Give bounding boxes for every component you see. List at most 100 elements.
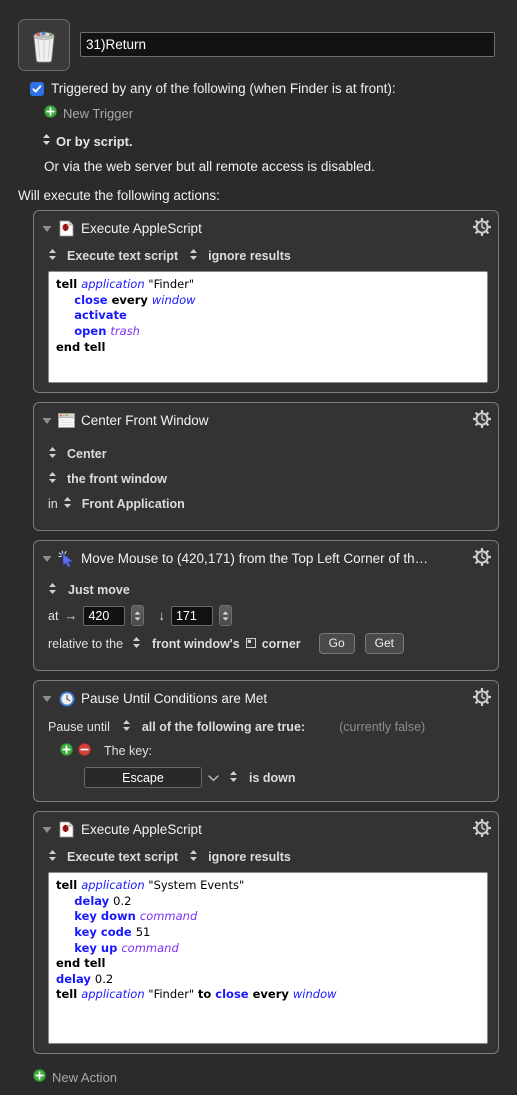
or-by-script-row[interactable]: Or by script. xyxy=(30,133,499,149)
center-mode-row[interactable]: Center xyxy=(48,446,488,462)
chevron-updown-icon[interactable] xyxy=(48,849,57,865)
window-icon xyxy=(58,412,75,429)
pause-condition-row: Pause until all of the following are tru… xyxy=(48,719,488,735)
disclosure-triangle-icon[interactable] xyxy=(42,822,52,837)
clock-icon xyxy=(58,690,75,707)
action-header[interactable]: Execute AppleScript xyxy=(34,211,498,245)
macro-header: 31)Return xyxy=(0,0,517,71)
action-header[interactable]: Move Mouse to (420,171) from the Top Lef… xyxy=(34,541,498,575)
chevron-updown-icon[interactable] xyxy=(63,496,72,512)
gear-clock-icon[interactable] xyxy=(472,217,492,240)
action-execute-applescript-2[interactable]: Execute AppleScript Execute text script … xyxy=(33,811,499,1054)
new-action-row[interactable]: New Action xyxy=(0,1063,517,1085)
trigger-enable-row[interactable]: Triggered by any of the following (when … xyxy=(30,81,499,96)
chevron-updown-icon[interactable] xyxy=(189,248,198,264)
actions-header: Will execute the following actions: xyxy=(18,188,220,203)
x-coordinate-input[interactable]: 420 xyxy=(83,605,126,626)
move-mode-row[interactable]: Just move xyxy=(48,582,488,598)
new-trigger-label: New Trigger xyxy=(63,105,134,121)
relative-target-value[interactable]: front window's xyxy=(152,637,240,651)
action-body: Execute text script ignore results tell … xyxy=(34,248,498,392)
chevron-updown-icon[interactable] xyxy=(122,719,131,735)
chevron-updown-icon[interactable] xyxy=(48,582,57,598)
disclosure-triangle-icon[interactable] xyxy=(42,221,52,236)
go-button[interactable]: Go xyxy=(318,633,355,654)
coordinates-row: at → 420 ↓ 171 xyxy=(48,605,488,626)
action-title: Pause Until Conditions are Met xyxy=(81,691,268,706)
key-select[interactable]: Escape xyxy=(84,767,202,788)
center-mode-value[interactable]: Center xyxy=(67,447,107,461)
applescript-editor-1[interactable]: tell application "Finder" close every wi… xyxy=(48,271,488,383)
script-result-option[interactable]: ignore results xyxy=(208,249,291,263)
trigger-checkbox[interactable] xyxy=(30,81,44,96)
applescript-document-icon xyxy=(58,220,75,237)
macro-name-input[interactable]: 31)Return xyxy=(80,32,495,57)
chevron-down-icon[interactable] xyxy=(208,770,219,785)
action-header[interactable]: Center Front Window xyxy=(34,403,498,437)
action-body: Pause until all of the following are tru… xyxy=(34,719,498,801)
mouse-cursor-icon xyxy=(58,550,75,567)
disclosure-triangle-icon[interactable] xyxy=(42,413,52,428)
at-label: at xyxy=(48,608,59,623)
chevron-updown-icon[interactable] xyxy=(48,248,57,264)
gear-clock-icon[interactable] xyxy=(472,687,492,710)
action-title: Center Front Window xyxy=(81,413,209,428)
arrow-right-icon: → xyxy=(64,608,78,623)
y-coordinate-input[interactable]: 171 xyxy=(170,605,213,626)
script-options-row: Execute text script ignore results xyxy=(48,248,488,264)
y-coordinate-value: 171 xyxy=(175,608,197,623)
chevron-updown-icon[interactable] xyxy=(132,636,141,652)
web-server-label: Or via the web server but all remote acc… xyxy=(44,159,375,174)
pause-condition-value[interactable]: all of the following are true: xyxy=(142,720,305,734)
action-header[interactable]: Pause Until Conditions are Met xyxy=(34,681,498,715)
chevron-updown-icon[interactable] xyxy=(48,446,57,462)
x-coordinate-value: 420 xyxy=(88,608,110,623)
gear-clock-icon[interactable] xyxy=(472,547,492,570)
target-window-row[interactable]: the front window xyxy=(48,471,488,487)
gear-clock-icon[interactable] xyxy=(472,818,492,841)
chevron-updown-icon[interactable] xyxy=(48,471,57,487)
trash-can-icon[interactable] xyxy=(18,19,70,71)
chevron-updown-icon[interactable] xyxy=(42,133,51,149)
script-options-row: Execute text script ignore results xyxy=(48,849,488,865)
script-type-option[interactable]: Execute text script xyxy=(67,850,178,864)
or-by-script-label: Or by script. xyxy=(56,133,133,149)
action-body: Center the front window in Front Applica… xyxy=(34,446,498,530)
action-pause-until-conditions[interactable]: Pause Until Conditions are Met Pause unt… xyxy=(33,680,499,802)
applescript-editor-2[interactable]: tell application "System Events" delay 0… xyxy=(48,872,488,1044)
action-header[interactable]: Execute AppleScript xyxy=(34,812,498,846)
key-value: Escape xyxy=(122,770,164,785)
x-stepper[interactable] xyxy=(131,605,145,626)
script-result-option[interactable]: ignore results xyxy=(208,850,291,864)
add-circle-icon[interactable] xyxy=(33,1069,46,1085)
target-window-value[interactable]: the front window xyxy=(67,472,167,486)
script-type-option[interactable]: Execute text script xyxy=(67,249,178,263)
gear-clock-icon[interactable] xyxy=(472,409,492,432)
action-execute-applescript-1[interactable]: Execute AppleScript Execute text script … xyxy=(33,210,499,393)
trigger-section: Triggered by any of the following (when … xyxy=(0,71,517,174)
chevron-updown-icon[interactable] xyxy=(229,770,238,786)
in-application-value[interactable]: Front Application xyxy=(82,497,185,511)
disclosure-triangle-icon[interactable] xyxy=(42,551,52,566)
action-center-front-window[interactable]: Center Front Window Center the front win… xyxy=(33,402,499,531)
in-application-row[interactable]: in Front Application xyxy=(48,496,488,512)
key-condition-row: Escape is down xyxy=(84,767,488,788)
add-condition-icon[interactable] xyxy=(60,743,73,759)
corner-picker-icon[interactable] xyxy=(245,636,256,651)
relative-label: relative to the xyxy=(48,636,124,651)
condition-row: The key: xyxy=(60,743,488,759)
in-label: in xyxy=(48,497,58,511)
action-move-mouse[interactable]: Move Mouse to (420,171) from the Top Lef… xyxy=(33,540,499,671)
remove-condition-icon[interactable] xyxy=(78,743,91,759)
move-mode-value[interactable]: Just move xyxy=(68,583,130,597)
add-circle-icon[interactable] xyxy=(44,105,57,121)
relative-row: relative to the front window's corner Go… xyxy=(48,633,488,654)
new-trigger-row[interactable]: New Trigger xyxy=(30,105,499,121)
action-title: Execute AppleScript xyxy=(81,822,202,837)
applescript-document-icon xyxy=(58,821,75,838)
key-state-value[interactable]: is down xyxy=(249,771,296,785)
get-button[interactable]: Get xyxy=(364,633,404,654)
chevron-updown-icon[interactable] xyxy=(189,849,198,865)
y-stepper[interactable] xyxy=(218,605,232,626)
disclosure-triangle-icon[interactable] xyxy=(42,691,52,706)
